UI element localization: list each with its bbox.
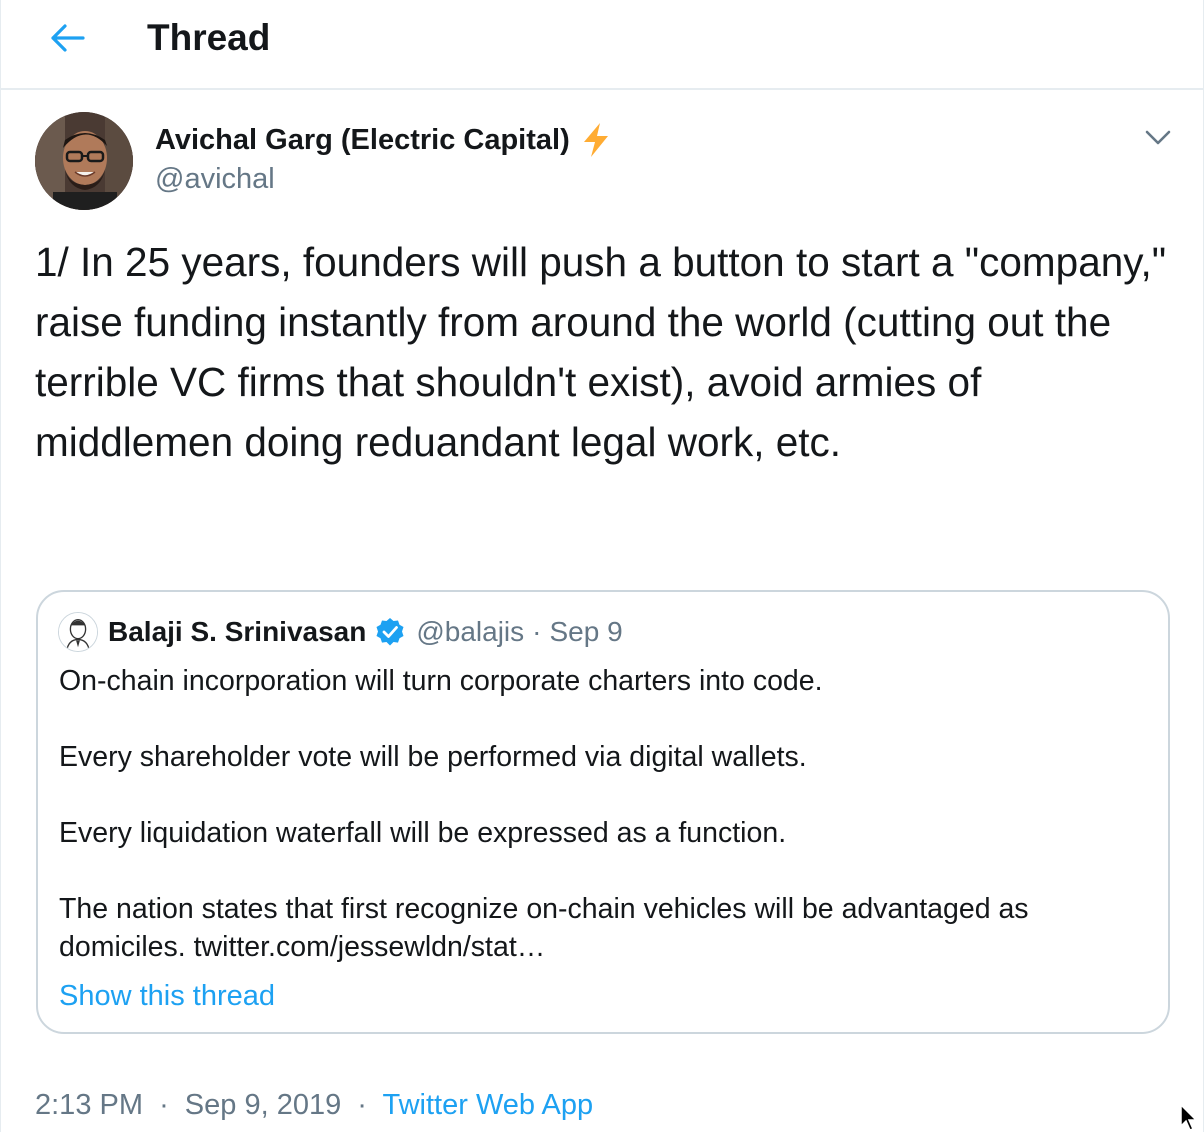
separator-dot: · xyxy=(159,1089,169,1121)
author-handle[interactable]: @avichal xyxy=(155,160,275,198)
quoted-tweet-card[interactable]: Balaji S. Srinivasan @balajis · Sep 9 On… xyxy=(36,590,1170,1034)
quoted-tweet-text: On-chain incorporation will turn corpora… xyxy=(59,665,1029,963)
separator-dot: · xyxy=(357,1089,367,1121)
author-name[interactable]: Avichal Garg (Electric Capital) xyxy=(155,120,570,160)
avatar-photo xyxy=(35,112,133,210)
page-title: Thread xyxy=(147,17,271,58)
thread-header: Thread xyxy=(1,0,1203,90)
mouse-cursor-icon xyxy=(1180,1104,1198,1131)
thread-page: Thread Avichal Garg (Electric Capital) @… xyxy=(0,0,1204,1132)
tweet-time[interactable]: 2:13 PM xyxy=(35,1089,143,1121)
quoted-author-name: Balaji S. Srinivasan xyxy=(108,616,367,647)
separator-dot: · xyxy=(532,616,542,647)
quoted-tweet-date: Sep 9 xyxy=(549,616,623,647)
tweet-meta: 2:13 PM · Sep 9, 2019 · Twitter Web App xyxy=(35,1085,593,1125)
show-thread-link[interactable]: Show this thread xyxy=(59,976,275,1016)
back-button[interactable] xyxy=(45,18,91,58)
chevron-down-icon xyxy=(1145,130,1171,145)
lightning-bolt-icon xyxy=(580,122,612,158)
quoted-author-handle: @balajis xyxy=(416,616,525,647)
tweet-text: 1/ In 25 years, founders will push a but… xyxy=(35,239,1178,465)
verified-badge-icon xyxy=(374,616,406,648)
arrow-left-icon xyxy=(51,24,85,52)
avatar-sketch xyxy=(59,613,97,651)
author-avatar[interactable] xyxy=(35,112,133,210)
quoted-tweet-header: Balaji S. Srinivasan @balajis · Sep 9 xyxy=(58,612,623,652)
author-name-row[interactable]: Avichal Garg (Electric Capital) xyxy=(155,120,612,160)
more-options-button[interactable] xyxy=(1141,120,1175,154)
tweet-source-link[interactable]: Twitter Web App xyxy=(383,1089,594,1121)
quoted-author-avatar xyxy=(58,612,98,652)
tweet-date[interactable]: Sep 9, 2019 xyxy=(185,1089,341,1121)
